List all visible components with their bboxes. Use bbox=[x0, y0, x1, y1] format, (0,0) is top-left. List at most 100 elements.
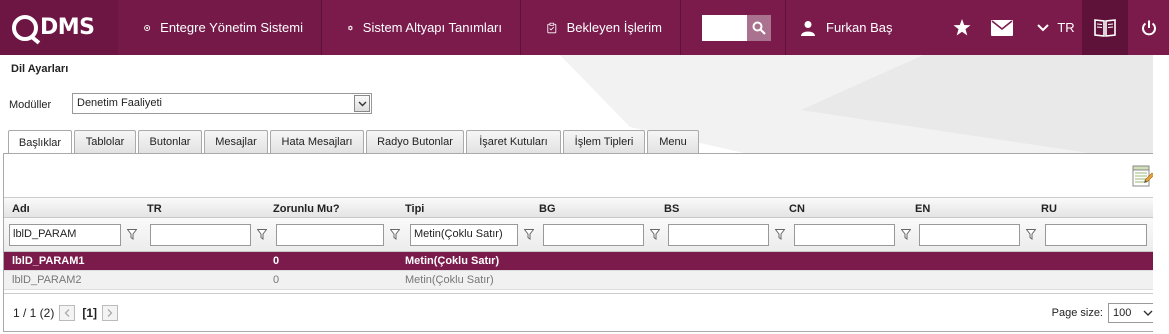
column-header[interactable]: BG bbox=[531, 198, 656, 217]
filter-icon[interactable] bbox=[1024, 228, 1038, 242]
gear-icon bbox=[348, 25, 353, 30]
page-info: 1 / 1 (2) bbox=[13, 305, 55, 320]
column-header[interactable]: Zorunlu Mu? bbox=[265, 198, 397, 217]
export-excel-button[interactable] bbox=[1132, 164, 1155, 188]
dms-logo[interactable]: DMS bbox=[0, 0, 118, 55]
language-code: TR bbox=[1057, 20, 1075, 35]
column-header[interactable]: RU bbox=[1033, 198, 1166, 217]
search-icon bbox=[752, 21, 766, 35]
grid-toolbar bbox=[4, 154, 1166, 198]
filter-input-tipi[interactable]: Metin(Çoklu Satır) bbox=[410, 223, 518, 246]
module-selected-value: Denetim Faaliyeti bbox=[77, 97, 162, 109]
filter-cell bbox=[271, 223, 405, 246]
messages-button[interactable] bbox=[982, 0, 1022, 55]
filter-cell: Metin(Çoklu Satır) bbox=[405, 223, 538, 246]
current-page[interactable]: [1] bbox=[82, 306, 97, 320]
tab-tablolar[interactable]: Tablolar bbox=[74, 130, 136, 153]
grid-pager: 1 / 1 (2) [1] Page size: 100 bbox=[4, 293, 1166, 331]
filter-cell bbox=[1040, 223, 1166, 246]
filter-cell bbox=[914, 223, 1040, 246]
filter-icon[interactable] bbox=[255, 228, 269, 242]
star-icon bbox=[953, 19, 971, 36]
filter-icon[interactable] bbox=[648, 228, 662, 242]
column-header[interactable]: BS bbox=[656, 198, 781, 217]
logo-q-icon bbox=[12, 14, 38, 41]
filter-input-en[interactable] bbox=[919, 223, 1020, 246]
nav-label: Entegre Yönetim Sistemi bbox=[160, 20, 303, 35]
page-size-label: Page size: bbox=[1051, 306, 1103, 319]
filter-cell: lblD_PARAM bbox=[4, 223, 145, 246]
tab-mesajlar[interactable]: Mesajlar bbox=[204, 130, 268, 153]
chevron-left-icon bbox=[64, 308, 70, 317]
filter-icon[interactable] bbox=[125, 228, 139, 242]
tab-label: Butonlar bbox=[149, 136, 191, 148]
module-select[interactable]: Denetim Faaliyeti bbox=[72, 93, 372, 114]
tab-label: Hata Mesajları bbox=[281, 136, 353, 148]
filter-icon[interactable] bbox=[899, 228, 913, 242]
column-header[interactable]: CN bbox=[781, 198, 907, 217]
filter-cell bbox=[538, 223, 663, 246]
filter-icon[interactable] bbox=[522, 228, 536, 242]
user-icon bbox=[801, 20, 815, 36]
tab-label: Radyo Butonlar bbox=[377, 136, 453, 148]
table-cell: 0 bbox=[273, 274, 280, 286]
user-menu[interactable]: Furkan Baş bbox=[785, 0, 937, 55]
column-header[interactable]: Adı bbox=[4, 198, 139, 217]
filter-cell bbox=[663, 223, 789, 246]
search-input[interactable] bbox=[702, 14, 747, 41]
favorites-button[interactable] bbox=[942, 0, 982, 55]
chevron-down-icon bbox=[1037, 23, 1050, 31]
user-guide-button[interactable] bbox=[1082, 0, 1127, 55]
page-size-value: 100 bbox=[1113, 306, 1132, 319]
grid-panel: Adı TR Zorunlu Mu? Tipi BG BS CN EN RU l… bbox=[3, 153, 1167, 332]
top-right-actions: TR bbox=[942, 0, 1169, 55]
logout-button[interactable] bbox=[1127, 0, 1169, 55]
tab-label: Mesajlar bbox=[215, 136, 257, 148]
excel-export-icon bbox=[1132, 165, 1155, 187]
tab-bar: Başlıklar Tablolar Butonlar Mesajlar Hat… bbox=[8, 130, 701, 154]
tab-label: İşaret Kutuları bbox=[479, 136, 548, 148]
tab-menu[interactable]: Menu bbox=[647, 130, 699, 153]
chevron-down-icon bbox=[354, 95, 370, 112]
search-button[interactable] bbox=[747, 14, 771, 41]
filter-input-cn[interactable] bbox=[794, 223, 895, 246]
chevron-right-icon bbox=[107, 308, 113, 317]
prev-page-button[interactable] bbox=[59, 304, 76, 321]
clipboard-icon bbox=[547, 22, 557, 33]
filter-icon[interactable] bbox=[388, 228, 402, 242]
filter-input-adi[interactable]: lblD_PARAM bbox=[9, 223, 121, 246]
grid-header-row: Adı TR Zorunlu Mu? Tipi BG BS CN EN RU bbox=[4, 198, 1166, 218]
nav-sistem-altyapi[interactable]: Sistem Altyapı Tanımları bbox=[322, 0, 521, 55]
next-page-button[interactable] bbox=[102, 304, 119, 321]
language-selector[interactable]: TR bbox=[1022, 0, 1082, 55]
tab-isaret-kutulari[interactable]: İşaret Kutuları bbox=[466, 130, 561, 153]
page-size-select[interactable]: 100 bbox=[1108, 302, 1158, 323]
table-cell: Metin(Çoklu Satır) bbox=[405, 274, 494, 286]
table-row[interactable]: lblD_PARAM2 0 Metin(Çoklu Satır) bbox=[4, 271, 1166, 290]
table-row[interactable]: lblD_PARAM1 0 Metin(Çoklu Satır) bbox=[4, 252, 1166, 271]
tab-islem-tipleri[interactable]: İşlem Tipleri bbox=[563, 130, 645, 153]
search-box bbox=[702, 14, 771, 41]
filter-cell bbox=[145, 223, 271, 246]
filter-input-bs[interactable] bbox=[668, 223, 769, 246]
tab-label: Başlıklar bbox=[18, 136, 62, 149]
tab-radyo-butonlar[interactable]: Radyo Butonlar bbox=[366, 130, 464, 153]
nav-entegre-yonetim[interactable]: Entegre Yönetim Sistemi bbox=[118, 0, 322, 55]
vertical-scrollbar[interactable] bbox=[1153, 55, 1169, 334]
column-header[interactable]: EN bbox=[907, 198, 1033, 217]
filter-input-zorunlu[interactable] bbox=[276, 223, 384, 246]
filter-icon[interactable] bbox=[773, 228, 787, 242]
tab-butonlar[interactable]: Butonlar bbox=[138, 130, 202, 153]
filter-input-bg[interactable] bbox=[543, 223, 644, 246]
tab-basliklar[interactable]: Başlıklar bbox=[8, 130, 72, 154]
mail-icon bbox=[991, 19, 1013, 36]
table-cell: Metin(Çoklu Satır) bbox=[405, 255, 500, 267]
tab-hata-mesajlari[interactable]: Hata Mesajları bbox=[270, 130, 364, 153]
filter-input-tr[interactable] bbox=[150, 223, 251, 246]
column-header[interactable]: TR bbox=[139, 198, 265, 217]
column-header[interactable]: Tipi bbox=[397, 198, 531, 217]
logo-text: DMS bbox=[40, 15, 95, 40]
nav-bekleyen-islerim[interactable]: Bekleyen İşlerim bbox=[521, 0, 681, 55]
filter-input-ru[interactable] bbox=[1045, 223, 1147, 246]
table-cell: lblD_PARAM2 bbox=[12, 274, 82, 286]
